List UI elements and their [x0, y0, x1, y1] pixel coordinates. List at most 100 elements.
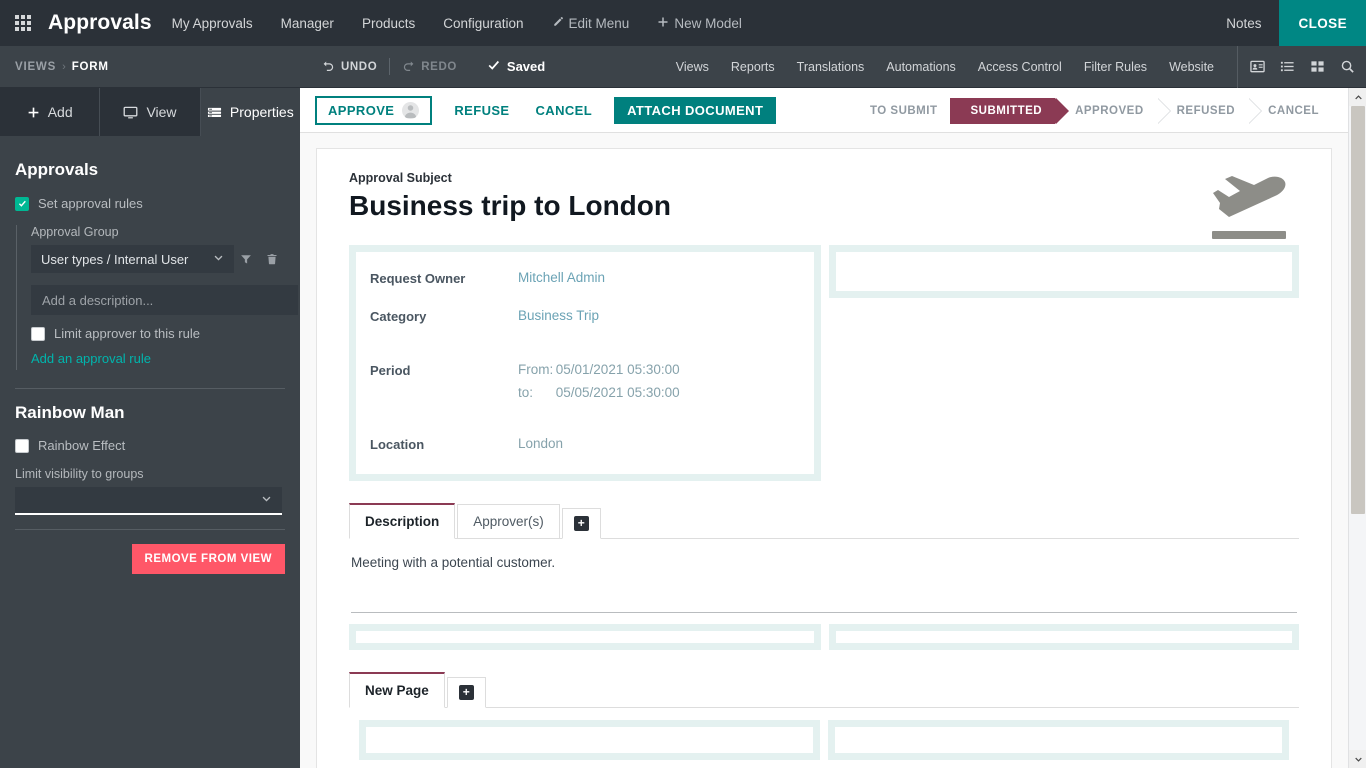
editor-sidebar: Add View Properties Approvals Set approv… [0, 88, 300, 768]
rainbow-effect-row: Rainbow Effect [15, 438, 285, 453]
subnav-website[interactable]: Website [1158, 60, 1225, 74]
undo-button[interactable]: UNDO [310, 59, 389, 75]
period-from-value: 05/01/2021 05:30:00 [555, 361, 680, 377]
field-row-request-owner: Request Owner Mitchell Admin [370, 270, 796, 286]
notebook-rule [351, 611, 1297, 613]
filter-icon[interactable] [234, 245, 260, 273]
limit-approver-checkbox[interactable] [31, 326, 45, 341]
close-button[interactable]: CLOSE [1279, 0, 1366, 46]
monitor-icon [123, 105, 138, 120]
period-to-prefix: to: [518, 384, 534, 400]
subnav-access-control[interactable]: Access Control [967, 60, 1073, 74]
subnav-automations[interactable]: Automations [875, 60, 966, 74]
record-action-buttons: APPROVE REFUSE CANCEL ATTACH DOCUMENT [300, 95, 777, 125]
dropzone-left[interactable] [349, 623, 821, 650]
add-notebook-page-button[interactable]: + [561, 507, 601, 539]
refuse-button[interactable]: REFUSE [441, 97, 522, 124]
cancel-button[interactable]: CANCEL [523, 97, 606, 124]
notebook-primary-body: Meeting with a potential customer. [349, 539, 1299, 613]
sidebar-tab-view-label: View [146, 104, 177, 120]
record-control-panel: APPROVE REFUSE CANCEL ATTACH DOCUMENT TO… [300, 88, 1348, 133]
sidebar-tab-view[interactable]: View [100, 88, 201, 136]
app-brand-title[interactable]: Approvals [46, 0, 158, 46]
remove-from-view-button[interactable]: REMOVE FROM VIEW [131, 544, 285, 574]
period-label: Period [370, 362, 411, 378]
rainbow-effect-checkbox[interactable] [15, 438, 29, 453]
kanban-view-icon[interactable] [1302, 46, 1332, 88]
nav-products[interactable]: Products [348, 0, 429, 46]
nav-configuration[interactable]: Configuration [429, 0, 537, 46]
form-view-icon[interactable] [1242, 46, 1272, 88]
scroll-up-button[interactable] [1349, 88, 1366, 106]
trash-icon[interactable] [259, 245, 285, 273]
plus-box-icon: + [573, 515, 589, 531]
approval-group-select[interactable]: User types / Internal User [31, 245, 234, 273]
rule-description-input[interactable]: Add a description... [31, 285, 298, 315]
request-owner-label: Request Owner [370, 270, 466, 286]
saved-status: Saved [469, 58, 557, 75]
user-avatar-icon [402, 101, 420, 119]
subnav-reports[interactable]: Reports [720, 60, 786, 74]
breadcrumb: VIEWS › FORM [0, 61, 109, 73]
field-groups: Request Owner Mitchell Admin Category Bu… [349, 244, 1299, 481]
status-step-submitted[interactable]: SUBMITTED [950, 97, 1069, 124]
breadcrumb-separator: › [62, 60, 66, 73]
nav-new-model[interactable]: New Model [643, 0, 756, 46]
empty-field-group-dropzone[interactable] [829, 244, 1299, 298]
nav-manager[interactable]: Manager [267, 0, 348, 46]
status-step-approved[interactable]: APPROVED [1055, 97, 1171, 124]
location-value[interactable]: London [518, 436, 563, 451]
dropzone-right-2[interactable] [828, 719, 1289, 760]
attach-document-button[interactable]: ATTACH DOCUMENT [614, 96, 777, 124]
add-notebook-page-button-2[interactable]: + [446, 676, 486, 708]
category-value[interactable]: Business Trip [518, 308, 599, 323]
breadcrumb-views[interactable]: VIEWS [15, 61, 56, 73]
saved-label: Saved [506, 59, 546, 74]
undo-icon [322, 59, 335, 75]
search-icon[interactable] [1332, 46, 1362, 88]
notes-button[interactable]: Notes [1208, 0, 1279, 46]
navbar-spacer [756, 0, 1208, 46]
nav-edit-menu[interactable]: Edit Menu [538, 0, 644, 46]
redo-label: REDO [421, 60, 457, 73]
request-owner-value[interactable]: Mitchell Admin [518, 270, 605, 285]
approvals-section-heading: Approvals [15, 160, 99, 179]
form-editor-canvas: APPROVE REFUSE CANCEL ATTACH DOCUMENT TO… [300, 88, 1348, 768]
description-text[interactable]: Meeting with a potential customer. [351, 555, 1297, 570]
sidebar-tab-properties[interactable]: Properties [200, 88, 300, 136]
notebook-secondary-tabs: New Page + [349, 671, 1299, 708]
approval-group-value: User types / Internal User [41, 251, 189, 267]
add-approval-rule-link[interactable]: Add an approval rule [31, 351, 151, 366]
apps-grid-icon[interactable] [0, 0, 46, 46]
subnav-translations[interactable]: Translations [786, 60, 876, 74]
dropzone-left-2[interactable] [359, 719, 820, 760]
period-to: to: 05/05/2021 05:30:00 [518, 385, 680, 400]
scroll-down-button[interactable] [1349, 750, 1366, 768]
set-approval-rules-checkbox[interactable] [15, 196, 29, 211]
status-step-to-submit[interactable]: TO SUBMIT [859, 97, 964, 124]
period-value[interactable]: From: 05/01/2021 05:30:00 to: 05/05/2021… [518, 362, 680, 400]
nav-new-model-label: New Model [674, 15, 742, 31]
dropzone-right[interactable] [829, 623, 1299, 650]
list-view-icon[interactable] [1272, 46, 1302, 88]
tab-description[interactable]: Description [349, 502, 456, 539]
location-label: Location [370, 436, 425, 452]
tab-approvers[interactable]: Approver(s) [457, 503, 560, 539]
limit-approver-label: Limit approver to this rule [54, 326, 200, 341]
sidebar-tab-add[interactable]: Add [0, 88, 101, 136]
tab-new-page[interactable]: New Page [349, 671, 445, 708]
subnav-views[interactable]: Views [665, 60, 720, 74]
dropzone-row-secondary [349, 623, 1299, 650]
approve-button[interactable]: APPROVE [315, 95, 433, 125]
properties-icon [207, 105, 222, 120]
sidebar-tab-add-label: Add [47, 104, 73, 120]
redo-button[interactable]: REDO [390, 59, 469, 75]
limit-visibility-select[interactable] [15, 487, 282, 515]
scrollbar-thumb[interactable] [1351, 106, 1365, 514]
subnav-filter-rules[interactable]: Filter Rules [1073, 60, 1158, 74]
nav-my-approvals[interactable]: My Approvals [158, 0, 267, 46]
vertical-scrollbar[interactable] [1348, 88, 1366, 768]
approve-button-label: APPROVE [328, 102, 395, 118]
plus-box-icon: + [458, 684, 474, 700]
approval-group-row: User types / Internal User [31, 245, 285, 273]
